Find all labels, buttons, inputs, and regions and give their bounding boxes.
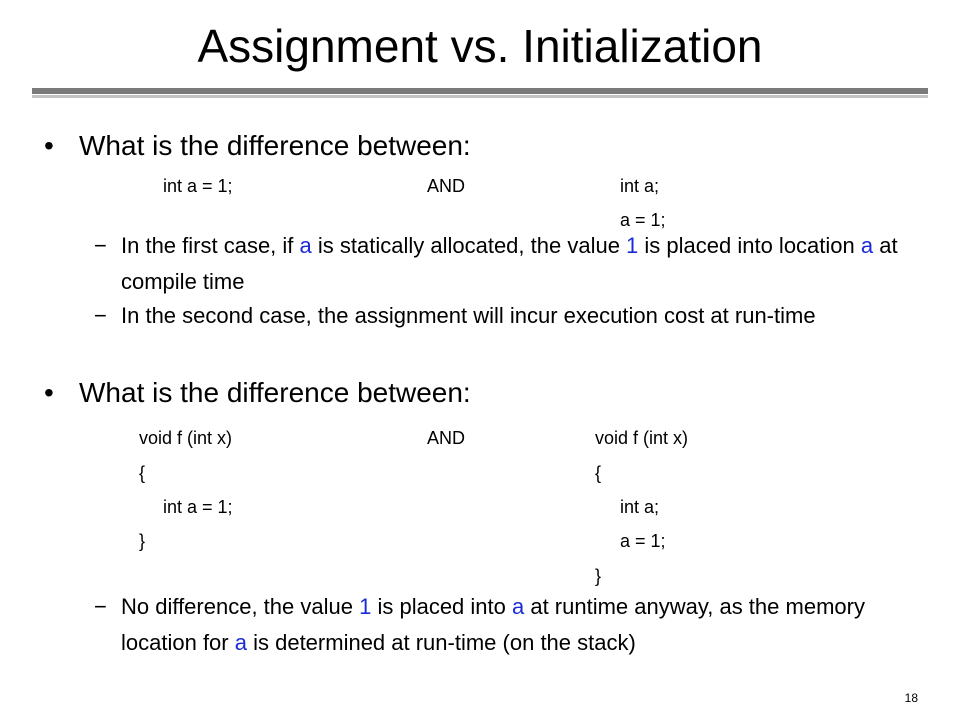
code-right-line-3: int a; xyxy=(620,497,660,517)
code-right-line-2: { xyxy=(595,463,602,483)
code-right-line-1: void f (int x) xyxy=(595,428,689,448)
highlight-var: a xyxy=(299,233,312,258)
dash-marker: − xyxy=(94,233,107,258)
dash-marker: − xyxy=(94,594,107,619)
highlight-value: 1 xyxy=(626,233,639,258)
code-example-b-line-1: int a; xyxy=(620,176,660,196)
highlight-var: a xyxy=(234,630,247,655)
slide-title: Assignment vs. Initialization xyxy=(197,20,763,72)
question-text: What is the difference between: xyxy=(79,377,471,408)
and-connector: AND xyxy=(427,428,466,448)
question-text: What is the difference between: xyxy=(79,130,471,161)
highlight-value: 1 xyxy=(359,594,372,619)
highlight-var: a xyxy=(860,233,874,258)
code-right-line-5: } xyxy=(595,566,602,586)
sub-point-text: In the second case, the assignment will … xyxy=(121,303,816,328)
code-left-line-2: { xyxy=(139,463,146,483)
bullet-dot: • xyxy=(44,130,54,161)
code-left-line-4: } xyxy=(139,531,146,551)
sub-point-text: In the first case, if a is statically al… xyxy=(121,233,898,294)
code-left-line-3: int a = 1; xyxy=(163,497,233,517)
code-left-line-1: void f (int x) xyxy=(139,428,233,448)
title-divider-dark xyxy=(32,88,928,94)
bullet-dot: • xyxy=(44,377,54,408)
sub-point-text: No difference, the value 1 is placed int… xyxy=(121,594,865,655)
and-connector: AND xyxy=(427,176,466,196)
code-right-line-4: a = 1; xyxy=(620,531,666,551)
highlight-var: a xyxy=(511,594,525,619)
code-example-a: int a = 1; xyxy=(163,176,233,196)
title-divider-light xyxy=(32,95,928,98)
page-number: 18 xyxy=(904,691,918,705)
dash-marker: − xyxy=(94,303,107,328)
